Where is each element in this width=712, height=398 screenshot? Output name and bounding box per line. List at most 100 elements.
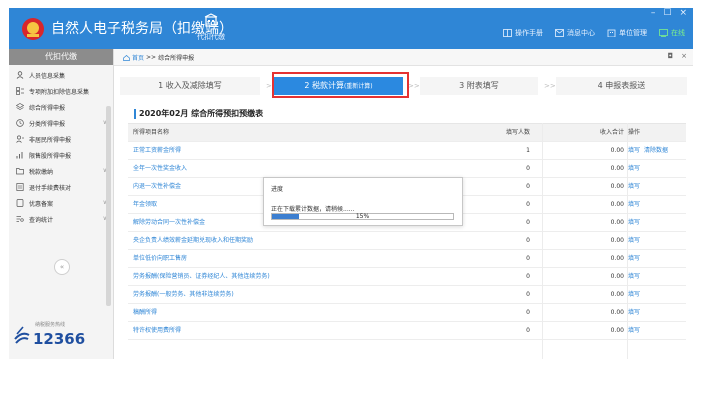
step-arrow: >> bbox=[408, 82, 420, 90]
row-actions: 填写 bbox=[628, 322, 640, 339]
online-status-icon bbox=[659, 29, 668, 37]
fill-link[interactable]: 填写 bbox=[628, 196, 640, 213]
close-window-button[interactable]: × bbox=[679, 8, 687, 18]
income-items-table: 所得项目名称 填写人数 收入合计 操作 正常工资薪金所得 1 0.00 填写 清… bbox=[128, 123, 686, 340]
sidebar-item-personnel-info[interactable]: 人员信息采集 bbox=[9, 67, 113, 83]
breadcrumb-home-link[interactable]: 首页 bbox=[132, 53, 144, 62]
topnav-manual[interactable]: 操作手册 bbox=[503, 28, 543, 38]
clear-data-link[interactable]: 清除数据 bbox=[644, 142, 668, 159]
sidebar-item-label: 综合所得申报 bbox=[29, 104, 66, 112]
folder-icon bbox=[15, 167, 24, 176]
step-submit-return[interactable]: 4 申报表报送 bbox=[556, 77, 687, 95]
income-total: 0.00 bbox=[610, 327, 624, 334]
sidebar-collapse-button[interactable]: « bbox=[54, 259, 70, 275]
top-nav: 操作手册 消息中心 单位管理 在线 bbox=[503, 28, 685, 38]
tab-menu-button[interactable]: ◘ bbox=[668, 52, 674, 60]
income-total: 0.00 bbox=[610, 273, 624, 280]
sidebar-item-query-statistics[interactable]: 查询统计 ∨ bbox=[9, 211, 113, 227]
row-actions: 填写 bbox=[628, 160, 640, 177]
row-actions: 填写 清除数据 bbox=[628, 142, 668, 159]
hotline-number: 12366 bbox=[33, 330, 86, 348]
fill-link[interactable]: 填写 bbox=[628, 142, 640, 159]
step-income-deduction[interactable]: 1 收入及减除填写 bbox=[120, 77, 260, 95]
home-icon bbox=[123, 54, 130, 61]
dialog-message: 正在下载累计数据，请稍候...... bbox=[271, 206, 355, 213]
row-actions: 填写 bbox=[628, 268, 640, 285]
sidebar-item-label: 人员信息采集 bbox=[29, 72, 66, 80]
sidebar-item-label: 查询统计 bbox=[29, 216, 54, 224]
fill-link[interactable]: 填写 bbox=[628, 250, 640, 267]
sidebar-item-label: 税款缴纳 bbox=[29, 168, 54, 176]
income-item-link[interactable]: 劳务报酬(保险营销员、证券经纪人、其他连续劳务) bbox=[133, 268, 270, 285]
fill-link[interactable]: 填写 bbox=[628, 232, 640, 249]
fill-link[interactable]: 填写 bbox=[628, 160, 640, 177]
main-content: 首页 >> 综合所得申报 ◘ × 1 收入及减除填写 > 2 税款计算(重新计算… bbox=[114, 49, 693, 359]
row-actions: 填写 bbox=[628, 196, 640, 213]
income-total: 0.00 bbox=[610, 255, 624, 262]
step-label: 3 附表填写 bbox=[459, 81, 499, 90]
filled-count: 0 bbox=[526, 165, 530, 172]
sidebar-item-fee-refund[interactable]: 退付手续费核对 bbox=[9, 179, 113, 195]
table-row: 劳务报酬(保险营销员、证券经纪人、其他连续劳务) 0 0.00 填写 bbox=[128, 268, 686, 286]
sidebar-item-label: 专项附加扣除信息采集 bbox=[29, 88, 90, 96]
income-item-link[interactable]: 稿酬所得 bbox=[133, 304, 157, 321]
income-item-link[interactable]: 年金领取 bbox=[133, 196, 157, 213]
sidebar-header: 代扣代缴 bbox=[9, 49, 113, 65]
row-actions: 填写 bbox=[628, 250, 640, 267]
layers-icon bbox=[15, 103, 24, 112]
income-item-link[interactable]: 正常工资薪金所得 bbox=[133, 142, 181, 159]
fill-link[interactable]: 填写 bbox=[628, 286, 640, 303]
income-item-link[interactable]: 解除劳动合同一次性补偿金 bbox=[133, 214, 205, 231]
sidebar-item-special-deductions[interactable]: 专项附加扣除信息采集 bbox=[9, 83, 113, 99]
tab-close-button[interactable]: × bbox=[681, 52, 687, 60]
sidebar-item-label: 限售股所得申报 bbox=[29, 152, 72, 160]
income-item-link[interactable]: 全年一次性奖金收入 bbox=[133, 160, 187, 177]
sidebar-item-label: 分类所得申报 bbox=[29, 120, 66, 128]
topnav-online-status[interactable]: 在线 bbox=[659, 28, 685, 38]
filled-count: 0 bbox=[526, 273, 530, 280]
filled-count: 1 bbox=[526, 147, 530, 154]
step-arrow: > bbox=[266, 82, 272, 90]
sidebar-item-label: 退付手续费核对 bbox=[29, 184, 72, 192]
step-schedule-fill[interactable]: 3 附表填写 bbox=[420, 77, 538, 95]
filled-count: 0 bbox=[526, 183, 530, 190]
sidebar-item-non-resident[interactable]: 非居民所得申报 bbox=[9, 131, 113, 147]
income-item-link[interactable]: 内退一次性补偿金 bbox=[133, 178, 181, 195]
income-item-link[interactable]: 央企负责人绩效薪金延期兑现收入和任期奖励 bbox=[133, 232, 253, 249]
income-item-link[interactable]: 劳务报酬(一般劳务、其他非连续劳务) bbox=[133, 286, 234, 303]
column-divider bbox=[627, 123, 628, 359]
column-divider bbox=[542, 123, 543, 359]
sidebar-item-classified-income[interactable]: 分类所得申报 ∨ bbox=[9, 115, 113, 131]
filled-count: 0 bbox=[526, 201, 530, 208]
sidebar-item-restricted-stock[interactable]: 限售股所得申报 bbox=[9, 147, 113, 163]
fill-link[interactable]: 填写 bbox=[628, 304, 640, 321]
filled-count: 0 bbox=[526, 255, 530, 262]
topnav-messages[interactable]: 消息中心 bbox=[555, 28, 595, 38]
maximize-button[interactable]: ☐ bbox=[663, 8, 671, 18]
sidebar-scrollbar[interactable] bbox=[106, 106, 111, 306]
fill-link[interactable]: 填写 bbox=[628, 322, 640, 339]
query-icon bbox=[15, 215, 24, 224]
dialog-title: 进度 bbox=[271, 186, 284, 193]
sidebar-item-comprehensive-income[interactable]: 综合所得申报 bbox=[9, 99, 113, 115]
fill-link[interactable]: 填写 bbox=[628, 214, 640, 231]
hotline-logo-icon bbox=[14, 326, 30, 344]
table-row: 全年一次性奖金收入 0 0.00 填写 bbox=[128, 160, 686, 178]
sidebar-item-preferential-filing[interactable]: 优惠备案 ∨ bbox=[9, 195, 113, 211]
row-actions: 填写 bbox=[628, 304, 640, 321]
column-header-count: 填写人数 bbox=[505, 129, 530, 136]
filled-count: 0 bbox=[526, 219, 530, 226]
agent-entry-button[interactable]: 代扣代缴 bbox=[197, 13, 225, 46]
income-item-link[interactable]: 单位低价向职工售房 bbox=[133, 250, 187, 267]
clock-icon bbox=[15, 119, 24, 128]
minimize-button[interactable]: – bbox=[651, 8, 656, 18]
topnav-unit-management[interactable]: 单位管理 bbox=[607, 28, 647, 38]
fill-link[interactable]: 填写 bbox=[628, 268, 640, 285]
income-item-link[interactable]: 特许权使用费所得 bbox=[133, 322, 181, 339]
table-row: 单位低价向职工售房 0 0.00 填写 bbox=[128, 250, 686, 268]
agent-entry-label: 代扣代缴 bbox=[197, 33, 225, 41]
sidebar-item-tax-payment[interactable]: 税款缴纳 ∨ bbox=[9, 163, 113, 179]
building-icon bbox=[607, 29, 616, 37]
fill-link[interactable]: 填写 bbox=[628, 178, 640, 195]
breadcrumb-bar: 首页 >> 综合所得申报 ◘ × bbox=[114, 49, 693, 66]
